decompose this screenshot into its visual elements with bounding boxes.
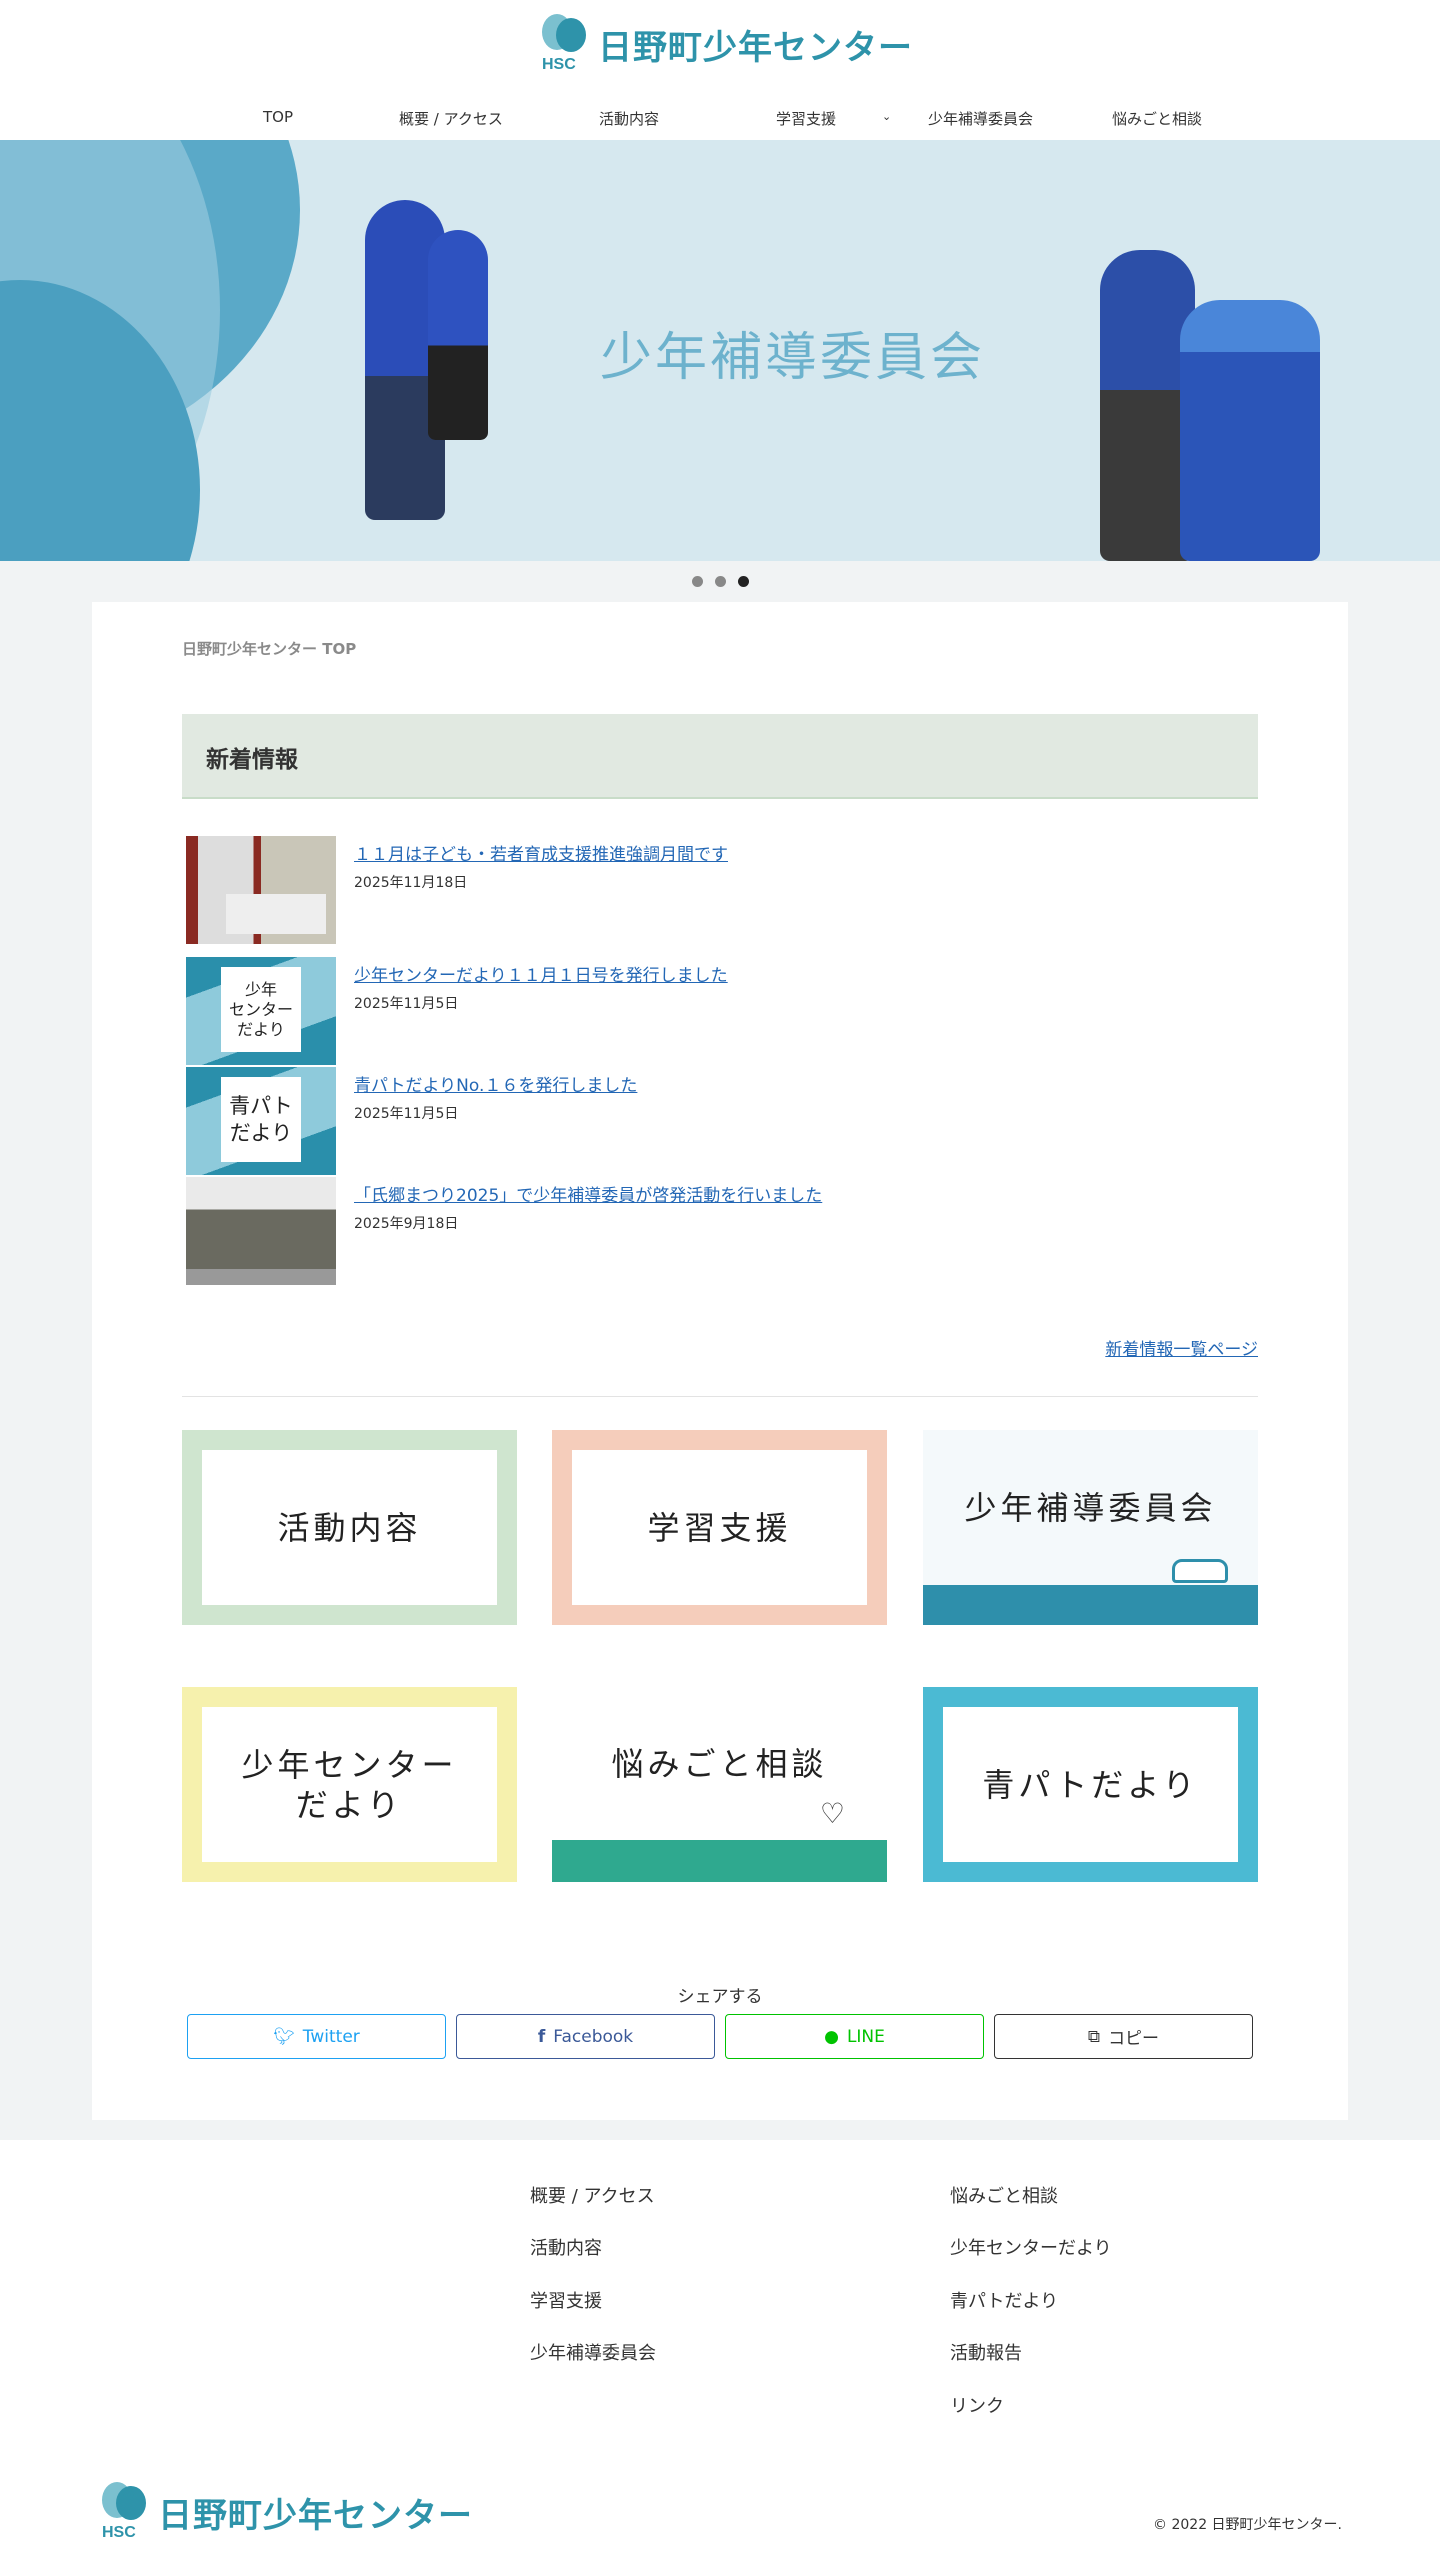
- news-heading: 新着情報: [182, 714, 1258, 799]
- footer-link[interactable]: 活動報告: [950, 2339, 1022, 2365]
- heart-icon: ♡: [819, 1797, 845, 1830]
- share-facebook-button[interactable]: f Facebook: [456, 2014, 715, 2059]
- nav-top[interactable]: TOP: [263, 108, 293, 126]
- slider-dots: [692, 576, 749, 587]
- news-date: 2025年11月5日: [354, 1106, 459, 1122]
- news-item: 「氏郷まつり2025」で少年補導委員が啓発活動を行いました 2025年9月18日: [186, 1177, 1256, 1287]
- car-icon: [1172, 1559, 1228, 1583]
- footer-link[interactable]: 学習支援: [530, 2287, 602, 2313]
- nav-about[interactable]: 概要 / アクセス: [399, 108, 503, 129]
- news-link[interactable]: 青パトだよりNo.１６を発行しました: [354, 1071, 637, 1096]
- nav-learning[interactable]: 学習支援: [776, 108, 836, 129]
- nav-committee[interactable]: 少年補導委員会: [928, 108, 1033, 129]
- tile-consultation[interactable]: 悩みごと相談 ♡: [552, 1687, 887, 1882]
- twitter-icon: 🐦︎: [273, 2026, 295, 2047]
- slide-dot[interactable]: [692, 576, 703, 587]
- copy-button[interactable]: ⧉ コピー: [994, 2014, 1253, 2059]
- breadcrumb[interactable]: 日野町少年センター TOP: [182, 638, 356, 659]
- site-name: 日野町少年センター: [598, 27, 913, 68]
- news-thumbnail[interactable]: 青パト だより: [186, 1067, 336, 1175]
- site-logo[interactable]: HSC 日野町少年センター: [540, 14, 913, 74]
- share-label: シェアする: [677, 1987, 763, 2007]
- footer-link[interactable]: 活動内容: [530, 2234, 602, 2260]
- news-thumbnail[interactable]: 少年 センター だより: [186, 957, 336, 1065]
- footer-link[interactable]: 青パトだより: [950, 2287, 1058, 2313]
- hsc-logo-icon: HSC: [540, 14, 590, 74]
- tile-learning[interactable]: 学習支援: [552, 1430, 887, 1625]
- volunteer-photo: [1180, 300, 1320, 561]
- footer-link[interactable]: 概要 / アクセス: [530, 2182, 655, 2208]
- news-item: 少年 センター だより 少年センターだより１１月１日号を発行しました 2025年…: [186, 957, 1256, 1067]
- volunteer-photo: [428, 230, 488, 440]
- main-content: 日野町少年センター TOP 新着情報 １１月は子ども・若者育成支援推進強調月間で…: [92, 602, 1348, 2120]
- chevron-down-icon[interactable]: ⌄: [882, 110, 891, 123]
- share-line-button[interactable]: ● LINE: [725, 2014, 984, 2059]
- hsc-logo-icon: HSC: [100, 2482, 150, 2542]
- site-header: HSC 日野町少年センター TOP 概要 / アクセス 活動内容 学習支援 ⌄ …: [0, 0, 1440, 140]
- news-date: 2025年11月18日: [354, 875, 468, 891]
- footer-logo[interactable]: HSC 日野町少年センター: [100, 2482, 473, 2542]
- copy-icon: ⧉: [1087, 2026, 1101, 2047]
- news-date: 2025年11月5日: [354, 996, 459, 1012]
- footer-link[interactable]: 悩みごと相談: [950, 2182, 1058, 2208]
- news-link[interactable]: 少年センターだより１１月１日号を発行しました: [354, 961, 728, 986]
- copyright: © 2022 日野町少年センター.: [1153, 2517, 1342, 2533]
- tile-committee[interactable]: 少年補導委員会: [923, 1430, 1258, 1625]
- main-nav: TOP 概要 / アクセス 活動内容 学習支援 ⌄ 少年補導委員会 悩みごと相談: [0, 108, 1440, 132]
- tile-activities[interactable]: 活動内容: [182, 1430, 517, 1625]
- hero-slider[interactable]: 少年補導委員会: [0, 140, 1440, 561]
- news-item: 青パト だより 青パトだよりNo.１６を発行しました 2025年11月5日: [186, 1067, 1256, 1177]
- news-list-link[interactable]: 新着情報一覧ページ: [1105, 1335, 1258, 1360]
- news-thumbnail[interactable]: [186, 1177, 336, 1285]
- footer-link[interactable]: 少年補導委員会: [530, 2339, 656, 2365]
- divider: [182, 1396, 1258, 1397]
- footer-site-name: 日野町少年センター: [158, 2495, 473, 2536]
- news-item: １１月は子ども・若者育成支援推進強調月間です 2025年11月18日: [186, 836, 1256, 946]
- line-icon: ●: [824, 2026, 839, 2047]
- tile-newsletter[interactable]: 少年センター だより: [182, 1687, 517, 1882]
- hero-title: 少年補導委員会: [600, 328, 986, 388]
- news-thumbnail[interactable]: [186, 836, 336, 944]
- news-date: 2025年9月18日: [354, 1216, 459, 1232]
- slide-dot[interactable]: [715, 576, 726, 587]
- nav-consultation[interactable]: 悩みごと相談: [1112, 108, 1202, 129]
- share-twitter-button[interactable]: 🐦︎ Twitter: [187, 2014, 446, 2059]
- facebook-icon: f: [537, 2026, 546, 2047]
- news-link[interactable]: 「氏郷まつり2025」で少年補導委員が啓発活動を行いました: [354, 1181, 822, 1206]
- footer-link[interactable]: リンク: [950, 2392, 1004, 2418]
- slide-dot-active[interactable]: [738, 576, 749, 587]
- news-link[interactable]: １１月は子ども・若者育成支援推進強調月間です: [354, 840, 728, 865]
- nav-activities[interactable]: 活動内容: [599, 108, 659, 129]
- tile-aopato[interactable]: 青パトだより: [923, 1687, 1258, 1882]
- footer-link[interactable]: 少年センターだより: [950, 2234, 1112, 2260]
